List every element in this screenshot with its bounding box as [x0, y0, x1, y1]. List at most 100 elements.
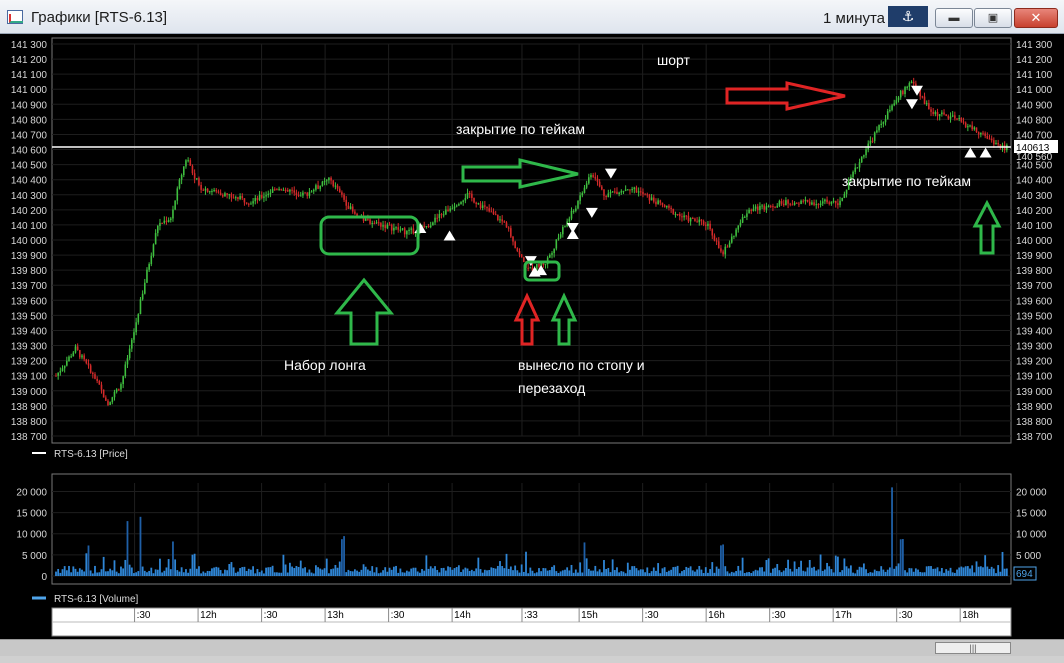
volume-bar: [947, 570, 950, 576]
anchor-icon[interactable]: ⚓: [888, 6, 928, 27]
candle-body: [87, 363, 90, 366]
volume-bar: [704, 567, 707, 576]
price-legend[interactable]: RTS-6.13 [Price]: [54, 449, 128, 460]
maximize-button[interactable]: ▣: [974, 8, 1012, 28]
candle-body: [672, 208, 675, 215]
volume-bar: [185, 569, 187, 576]
candle-body: [351, 206, 354, 212]
volume-bar: [418, 572, 421, 576]
candle-body: [592, 175, 594, 177]
volume-bar: [128, 564, 131, 576]
time-tick-label: :30: [899, 610, 913, 621]
candle-body: [432, 222, 434, 226]
time-tick-label: 14h: [454, 610, 471, 621]
volume-bar: [81, 569, 83, 576]
candle-body: [336, 185, 339, 189]
volume-bar: [722, 544, 724, 576]
volume-bar: [772, 568, 774, 576]
candle-body: [263, 196, 265, 198]
candle-body: [81, 355, 83, 358]
time-tick-label: :30: [772, 610, 786, 621]
volume-bar: [932, 568, 935, 576]
candle-body: [455, 205, 458, 207]
volume-bar: [87, 545, 90, 576]
candle-body: [475, 202, 477, 205]
candle-body: [581, 192, 584, 196]
volume-bar: [577, 572, 579, 576]
volume-bar: [518, 572, 521, 576]
price-tick-label: 140 900: [1016, 100, 1053, 111]
candle-body: [676, 214, 679, 216]
price-tick-label: 139 600: [11, 296, 48, 307]
price-tick-label: 139 800: [1016, 266, 1053, 277]
volume-tick-label: 10 000: [16, 530, 47, 541]
volume-panel[interactable]: [51, 473, 1012, 585]
candle-body: [176, 188, 179, 201]
candle-body: [325, 180, 328, 182]
volume-bar: [399, 568, 402, 576]
volume-bar: [787, 559, 789, 576]
volume-bar: [124, 559, 127, 576]
candle-body: [988, 138, 991, 140]
candle-body: [211, 191, 213, 193]
volume-bar: [984, 555, 987, 576]
candle-body: [873, 132, 876, 141]
timeframe-selector[interactable]: 1 минута: [823, 10, 885, 27]
candle-body: [951, 115, 954, 117]
candle-body: [902, 90, 904, 95]
volume-bar: [657, 563, 660, 576]
volume-bar: [668, 570, 670, 576]
scrollbar-thumb[interactable]: |||: [935, 642, 1011, 654]
volume-bar: [466, 568, 469, 576]
candle-body: [92, 372, 94, 375]
candle-body: [735, 229, 737, 236]
volume-bar: [873, 569, 876, 576]
candle-body: [239, 196, 241, 200]
candle-body: [644, 194, 646, 196]
candle-body: [785, 200, 787, 206]
volume-bar: [434, 566, 436, 576]
volume-bar: [83, 571, 86, 576]
candle-body: [169, 218, 172, 221]
volume-bar: [258, 572, 261, 576]
volume-bar: [960, 566, 963, 576]
volume-bar: [507, 568, 510, 576]
volume-bar: [169, 569, 172, 576]
close-button[interactable]: ✕: [1014, 8, 1058, 28]
volume-legend[interactable]: RTS-6.13 [Volume]: [54, 594, 139, 605]
volume-bar: [405, 570, 408, 576]
chart-canvas[interactable]: 141 300 141 200 141 100 141 000 140 900 140 8…: [0, 34, 1064, 639]
minimize-button[interactable]: ▬: [935, 8, 973, 28]
volume-bar: [553, 565, 556, 576]
candle-body: [89, 365, 92, 373]
volume-bar: [943, 572, 945, 576]
volume-bar: [748, 572, 750, 576]
volume-bar: [956, 569, 958, 576]
horizontal-scrollbar[interactable]: |||: [0, 639, 1064, 656]
window-titlebar[interactable]: Графики [RTS-6.13] 1 минута ⚓ ▬ ▣ ✕: [0, 0, 1064, 34]
volume-bar: [356, 570, 358, 576]
volume-bar: [791, 571, 794, 576]
volume-bar: [330, 569, 332, 576]
volume-bar: [468, 570, 471, 576]
volume-bar: [473, 571, 475, 576]
volume-bar: [819, 554, 822, 576]
candle-body: [741, 217, 744, 223]
volume-bar: [254, 573, 257, 576]
volume-bar: [317, 567, 319, 576]
volume-bar: [284, 564, 287, 576]
volume-bar: [979, 566, 982, 576]
volume-bar: [252, 566, 254, 576]
price-tick-label: 139 800: [11, 266, 48, 277]
volume-bar: [388, 567, 391, 576]
candle-body: [226, 193, 228, 195]
candle-body: [282, 189, 285, 191]
candle-body: [711, 229, 714, 236]
candle-body: [967, 126, 969, 128]
volume-bar: [455, 567, 458, 576]
volume-bar: [384, 567, 387, 576]
volume-bar: [871, 572, 874, 576]
volume-bar: [945, 569, 948, 576]
candle-body: [380, 223, 382, 227]
candle-body: [165, 220, 168, 222]
